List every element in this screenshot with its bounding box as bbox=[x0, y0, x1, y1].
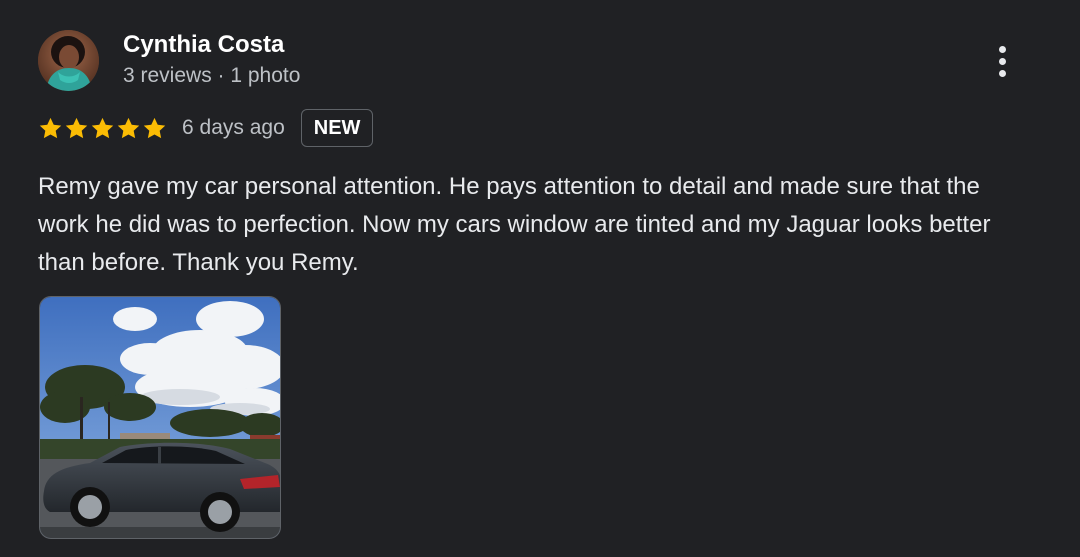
star-icon bbox=[39, 117, 62, 138]
review-date: 6 days ago bbox=[182, 116, 285, 139]
review-card: Cynthia Costa 3 reviews · 1 photo 6 days… bbox=[0, 0, 1080, 557]
reviewer-name[interactable]: Cynthia Costa bbox=[123, 31, 284, 59]
star-icon bbox=[91, 117, 114, 138]
rating-row: 6 days ago NEW bbox=[38, 107, 374, 149]
more-vert-icon bbox=[998, 45, 1006, 53]
reviewer-avatar[interactable] bbox=[38, 30, 99, 91]
more-vert-icon-dot bbox=[998, 69, 1006, 77]
more-vert-icon-dot bbox=[998, 57, 1006, 65]
car-photo-image bbox=[40, 297, 280, 538]
star-rating bbox=[38, 116, 167, 141]
avatar-image bbox=[38, 30, 99, 91]
star-icon bbox=[143, 117, 166, 138]
review-text: Remy gave my car personal attention. He … bbox=[38, 173, 991, 276]
star-icon bbox=[117, 117, 140, 138]
new-badge: NEW bbox=[300, 109, 374, 147]
star-icon bbox=[65, 117, 88, 138]
more-options-button[interactable] bbox=[985, 40, 1019, 82]
review-photo[interactable] bbox=[39, 296, 281, 539]
reviewer-meta[interactable]: 3 reviews · 1 photo bbox=[123, 64, 300, 88]
